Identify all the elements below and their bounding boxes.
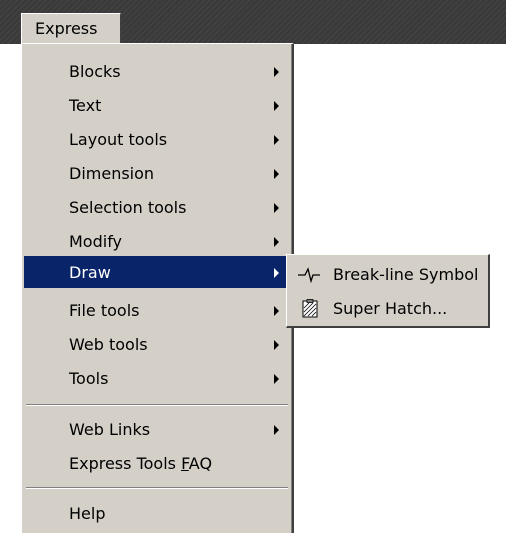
menu-item-dimension[interactable]: Dimension (24, 157, 290, 189)
menu-item-label: Blocks (69, 62, 121, 81)
menu-item-label: Express Tools FAQ (69, 454, 212, 473)
submenu-item-super-hatch[interactable]: Super Hatch... (289, 293, 487, 325)
menu-item-label: Web tools (69, 335, 148, 354)
menu-item-label: Selection tools (69, 198, 187, 217)
draw-submenu: Break-line Symbol Super Hatch... (286, 254, 490, 328)
submenu-arrow-icon (274, 268, 279, 278)
menu-item-label: File tools (69, 301, 140, 320)
menu-item-label: Dimension (69, 164, 155, 183)
submenu-arrow-icon (274, 237, 279, 247)
submenu-item-break-line-symbol[interactable]: Break-line Symbol (289, 259, 487, 291)
menu-item-label-suffix: AQ (188, 454, 213, 473)
submenu-arrow-icon (274, 340, 279, 350)
submenu-arrow-icon (274, 374, 279, 384)
submenu-arrow-icon (274, 203, 279, 213)
submenu-item-label: Super Hatch... (333, 299, 448, 318)
menu-item-label: Web Links (69, 420, 151, 439)
menu-item-modify[interactable]: Modify (24, 225, 290, 257)
menu-item-web-links[interactable]: Web Links (24, 413, 290, 445)
submenu-arrow-icon (274, 135, 279, 145)
menu-separator (26, 404, 288, 406)
menu-item-label: Tools (69, 369, 109, 388)
menu-item-web-tools[interactable]: Web tools (24, 328, 290, 360)
menu-express[interactable]: Express (21, 13, 121, 44)
menu-bar: Express (0, 0, 506, 44)
menu-item-label: Text (69, 96, 102, 115)
submenu-arrow-icon (274, 169, 279, 179)
submenu-arrow-icon (274, 67, 279, 77)
menu-item-label: Layout tools (69, 130, 168, 149)
express-dropdown-menu: Blocks Text Layout tools Dimension Selec… (21, 43, 294, 533)
menu-item-draw[interactable]: Draw (24, 256, 290, 288)
menu-item-tools[interactable]: Tools (24, 362, 290, 394)
menu-item-label-mnemonic: F (181, 454, 189, 473)
submenu-arrow-icon (274, 306, 279, 316)
menu-item-layout-tools[interactable]: Layout tools (24, 123, 290, 155)
menu-express-label: Express (35, 19, 98, 38)
menu-item-help[interactable]: Help (24, 497, 290, 529)
menu-item-label: Draw (69, 263, 111, 282)
break-line-icon (298, 267, 320, 284)
submenu-arrow-icon (274, 101, 279, 111)
menu-item-blocks[interactable]: Blocks (24, 55, 290, 87)
menu-item-label-prefix: Express Tools (69, 454, 182, 473)
submenu-arrow-icon (274, 425, 279, 435)
menu-item-label: Modify (69, 232, 123, 251)
menu-item-selection-tools[interactable]: Selection tools (24, 191, 290, 223)
menu-item-file-tools[interactable]: File tools (24, 294, 290, 326)
menu-item-text[interactable]: Text (24, 89, 290, 121)
menu-separator (26, 487, 288, 489)
submenu-item-label: Break-line Symbol (333, 265, 479, 284)
menu-item-label: Help (69, 504, 106, 523)
super-hatch-icon (302, 299, 318, 318)
menu-item-express-tools-faq[interactable]: Express Tools FAQ (24, 447, 290, 479)
